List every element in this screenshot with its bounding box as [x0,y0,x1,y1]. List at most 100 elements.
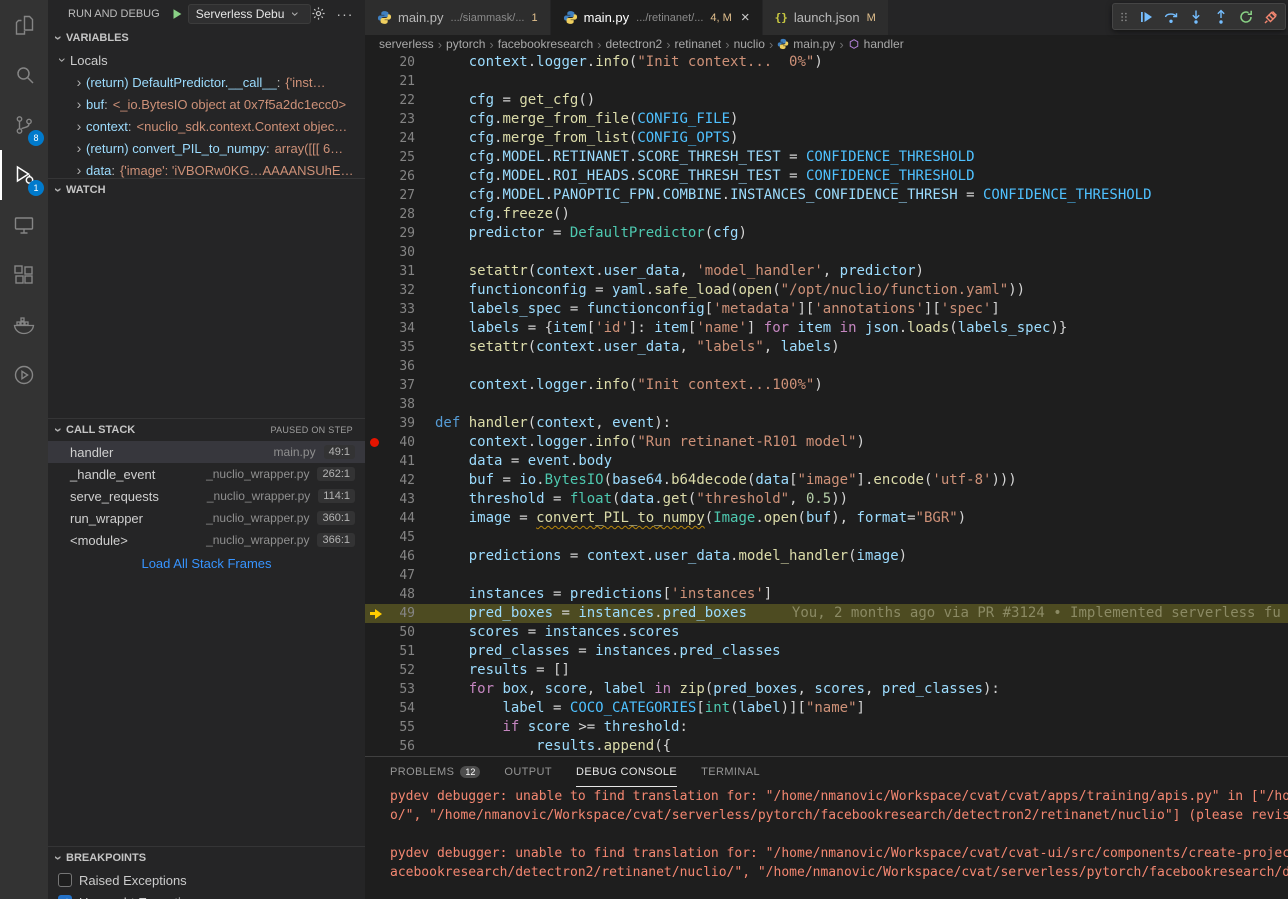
code-line-53[interactable]: 53 for box, score, label in zip(pred_box… [365,680,1288,699]
line-number[interactable]: 46 [389,547,415,566]
code-line-24[interactable]: 24 cfg.merge_from_list(CONFIG_OPTS) [365,129,1288,148]
gutter[interactable] [365,623,389,642]
stack-frame[interactable]: handlermain.py49:1 [48,441,365,463]
activity-remote-explorer-button[interactable] [0,200,48,250]
gutter[interactable] [365,357,389,376]
line-number[interactable]: 49 [389,604,415,623]
variable-row[interactable]: ›context:<nuclio_sdk.context.Context obj… [48,115,365,137]
continue-button[interactable] [1137,8,1155,26]
line-number[interactable]: 23 [389,110,415,129]
code-line-26[interactable]: 26 cfg.MODEL.ROI_HEADS.SCORE_THRESH_TEST… [365,167,1288,186]
code-line-52[interactable]: 52 results = [] [365,661,1288,680]
scope-locals[interactable]: › Locals [48,49,365,71]
start-debugging-button[interactable] [170,7,184,21]
activity-source-control-button[interactable]: 8 [0,100,48,150]
variable-row[interactable]: ›(return) DefaultPredictor.__call__:{'in… [48,71,365,93]
gutter[interactable] [365,224,389,243]
code-line-48[interactable]: 48 instances = predictions['instances'] [365,585,1288,604]
line-number[interactable]: 43 [389,490,415,509]
checkbox[interactable] [58,873,72,887]
gutter[interactable] [365,91,389,110]
gutter[interactable] [365,72,389,91]
variables-section-header[interactable]: › VARIABLES [48,27,365,49]
code-line-38[interactable]: 38 [365,395,1288,414]
breadcrumb-item[interactable]: main.py [777,37,835,51]
line-number[interactable]: 51 [389,642,415,661]
variable-row[interactable]: ›buf:<_io.BytesIO object at 0x7f5a2dc1ec… [48,93,365,115]
toolbar-drag-handle[interactable] [1118,8,1130,26]
load-all-stack-frames-link[interactable]: Load All Stack Frames [48,556,365,571]
gutter[interactable] [365,167,389,186]
gutter[interactable] [365,53,389,72]
line-number[interactable]: 34 [389,319,415,338]
breadcrumb-item[interactable]: handler [848,37,904,51]
breadcrumb-item[interactable]: retinanet [675,37,722,51]
gutter[interactable] [365,338,389,357]
line-number[interactable]: 47 [389,566,415,585]
call-stack-section-header[interactable]: › CALL STACK PAUSED ON STEP [48,419,365,441]
code-line-30[interactable]: 30 [365,243,1288,262]
code-line-31[interactable]: 31 setattr(context.user_data, 'model_han… [365,262,1288,281]
line-number[interactable]: 38 [389,395,415,414]
gutter[interactable] [365,604,389,623]
line-number[interactable]: 48 [389,585,415,604]
gutter[interactable] [365,300,389,319]
editor-tab-1[interactable]: main.py.../siammask/...1 [365,0,550,35]
breakpoint-option[interactable]: Raised Exceptions [48,869,365,891]
line-number[interactable]: 25 [389,148,415,167]
code-line-40[interactable]: 40 context.logger.info("Run retinanet-R1… [365,433,1288,452]
code-line-22[interactable]: 22 cfg = get_cfg() [365,91,1288,110]
stack-frame[interactable]: <module>_nuclio_wrapper.py366:1 [48,529,365,551]
gutter[interactable] [365,281,389,300]
gutter[interactable] [365,148,389,167]
gutter[interactable] [365,452,389,471]
restart-button[interactable] [1237,8,1255,26]
gutter[interactable] [365,680,389,699]
panel-tab-terminal[interactable]: TERMINAL [701,757,760,787]
variable-row[interactable]: ›(return) convert_PIL_to_numpy:array([[[… [48,137,365,159]
line-number[interactable]: 44 [389,509,415,528]
gutter[interactable] [365,585,389,604]
variable-row[interactable]: ›data:{'image': 'iVBORw0KG…AAAANSUhE… [48,159,365,178]
disconnect-button[interactable] [1262,8,1280,26]
stack-frame[interactable]: serve_requests_nuclio_wrapper.py114:1 [48,485,365,507]
code-line-34[interactable]: 34 labels = {item['id']: item['name'] fo… [365,319,1288,338]
line-number[interactable]: 55 [389,718,415,737]
line-number[interactable]: 30 [389,243,415,262]
gutter[interactable] [365,414,389,433]
step-out-button[interactable] [1212,8,1230,26]
code-line-44[interactable]: 44 image = convert_PIL_to_numpy(Image.op… [365,509,1288,528]
close-icon[interactable]: × [741,10,750,25]
line-number[interactable]: 42 [389,471,415,490]
gutter[interactable] [365,718,389,737]
code-line-20[interactable]: 20 context.logger.info("Init context... … [365,53,1288,72]
gutter[interactable] [365,642,389,661]
editor-tab-2[interactable]: main.py.../retinanet/...4, M× [551,0,762,35]
gutter[interactable] [365,205,389,224]
activity-run-circle-button[interactable] [0,350,48,400]
gutter[interactable] [365,129,389,148]
breadcrumb-item[interactable]: detectron2 [605,37,662,51]
code-line-50[interactable]: 50 scores = instances.scores [365,623,1288,642]
code-line-23[interactable]: 23 cfg.merge_from_file(CONFIG_FILE) [365,110,1288,129]
code-line-32[interactable]: 32 functionconfig = yaml.safe_load(open(… [365,281,1288,300]
gutter[interactable] [365,319,389,338]
code-line-47[interactable]: 47 [365,566,1288,585]
breadcrumb-item[interactable]: serverless [379,37,434,51]
more-actions-icon[interactable]: ··· [336,6,353,22]
line-number[interactable]: 37 [389,376,415,395]
code-line-28[interactable]: 28 cfg.freeze() [365,205,1288,224]
code-line-39[interactable]: 39def handler(context, event): [365,414,1288,433]
step-over-button[interactable] [1162,8,1180,26]
panel-tab-debug-console[interactable]: DEBUG CONSOLE [576,757,677,787]
breadcrumb-item[interactable]: pytorch [446,37,485,51]
code-line-42[interactable]: 42 buf = io.BytesIO(base64.b64decode(dat… [365,471,1288,490]
line-number[interactable]: 28 [389,205,415,224]
gutter[interactable] [365,110,389,129]
gutter[interactable] [365,490,389,509]
line-number[interactable]: 40 [389,433,415,452]
code-line-54[interactable]: 54 label = COCO_CATEGORIES[int(label)]["… [365,699,1288,718]
activity-docker-button[interactable] [0,300,48,350]
code-line-36[interactable]: 36 [365,357,1288,376]
gutter[interactable] [365,528,389,547]
